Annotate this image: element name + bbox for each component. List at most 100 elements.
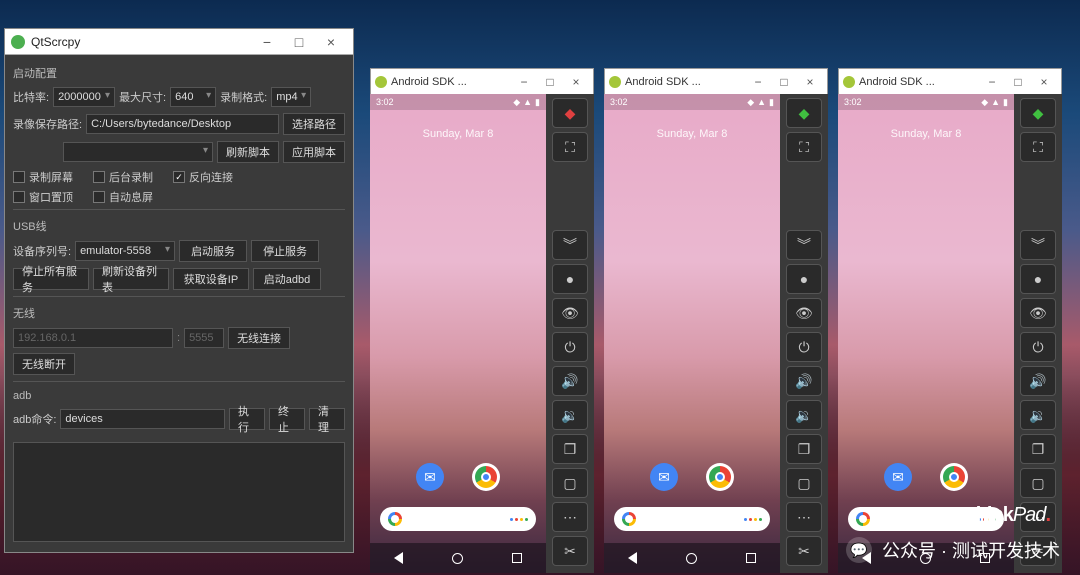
chevron-down-icon[interactable]: ︾ xyxy=(786,230,822,260)
maxsize-dropdown[interactable]: 640 xyxy=(170,87,216,107)
start-service-button[interactable]: 启动服务 xyxy=(179,240,247,262)
square-icon[interactable]: ▢ xyxy=(552,468,588,498)
stop-service-button[interactable]: 停止服务 xyxy=(251,240,319,262)
autooff-checkbox[interactable]: 自动息屏 xyxy=(93,189,153,205)
more-icon[interactable]: ⋯ xyxy=(552,502,588,532)
android-titlebar-1[interactable]: Android SDK ... − □ × xyxy=(370,68,594,94)
maximize-button[interactable]: □ xyxy=(283,34,315,50)
usb-section-label: USB线 xyxy=(13,218,345,234)
pin-icon[interactable]: ◆ xyxy=(786,98,822,128)
chrome-app-icon[interactable] xyxy=(706,463,734,491)
script-dropdown[interactable] xyxy=(63,142,213,162)
pin-icon[interactable]: ◆ xyxy=(552,98,588,128)
square-icon[interactable]: ▢ xyxy=(1020,468,1056,498)
google-search-bar[interactable] xyxy=(380,507,536,531)
apply-script-button[interactable]: 应用脚本 xyxy=(283,141,345,163)
record-icon[interactable]: ● xyxy=(786,264,822,294)
volume-up-icon[interactable]: 🔊 xyxy=(786,366,822,396)
max-btn-3[interactable]: □ xyxy=(1005,75,1031,89)
copy-icon[interactable]: ❐ xyxy=(1020,434,1056,464)
volume-up-icon[interactable]: 🔊 xyxy=(1020,366,1056,396)
refresh-script-button[interactable]: 刷新脚本 xyxy=(217,141,279,163)
visibility-off-icon[interactable]: 👁 xyxy=(1020,298,1056,328)
savepath-input[interactable]: C:/Users/bytedance/Desktop xyxy=(86,114,279,134)
min-btn-3[interactable]: − xyxy=(979,75,1005,89)
max-btn-1[interactable]: □ xyxy=(537,75,563,89)
choose-path-button[interactable]: 选择路径 xyxy=(283,113,345,135)
pin-icon[interactable]: ◆ xyxy=(1020,98,1056,128)
adb-input[interactable]: devices xyxy=(60,409,225,429)
copy-icon[interactable]: ❐ xyxy=(552,434,588,464)
phone-screen-1[interactable]: 3:02 ◆▲▮ Sunday, Mar 8 ✉ xyxy=(370,94,546,573)
port-input[interactable]: 5555 xyxy=(184,328,224,348)
more-icon[interactable]: ⋯ xyxy=(786,502,822,532)
fullscreen-icon[interactable]: ⛶ xyxy=(552,132,588,162)
chevron-down-icon[interactable]: ︾ xyxy=(1020,230,1056,260)
power-icon[interactable]: ⏻ xyxy=(786,332,822,362)
power-icon[interactable]: ⏻ xyxy=(1020,332,1056,362)
cut-icon[interactable]: ✂ xyxy=(786,536,822,566)
google-g-icon xyxy=(622,512,636,526)
wifi-connect-button[interactable]: 无线连接 xyxy=(228,327,290,349)
nav-recent-icon[interactable] xyxy=(512,553,522,563)
android-titlebar-2[interactable]: Android SDK ... − □ × xyxy=(604,68,828,94)
get-ip-button[interactable]: 获取设备IP xyxy=(173,268,249,290)
volume-down-icon[interactable]: 🔉 xyxy=(552,400,588,430)
qtscrcpy-window: QtScrcpy − □ × 启动配置 比特率: 2000000 最大尺寸: 6… xyxy=(4,28,354,553)
format-dropdown[interactable]: mp4 xyxy=(271,87,311,107)
wifi-disconnect-button[interactable]: 无线断开 xyxy=(13,353,75,375)
close-btn-1[interactable]: × xyxy=(563,75,589,89)
nav-home-icon[interactable] xyxy=(452,553,463,564)
chrome-app-icon[interactable] xyxy=(472,463,500,491)
min-btn-1[interactable]: − xyxy=(511,75,537,89)
messages-app-icon[interactable]: ✉ xyxy=(650,463,678,491)
close-btn-2[interactable]: × xyxy=(797,75,823,89)
min-btn-2[interactable]: − xyxy=(745,75,771,89)
bitrate-dropdown[interactable]: 2000000 xyxy=(53,87,115,107)
cut-icon[interactable]: ✂ xyxy=(552,536,588,566)
nav-back-icon[interactable] xyxy=(394,552,403,564)
close-btn-3[interactable]: × xyxy=(1031,75,1057,89)
phone-screen-2[interactable]: 3:02◆▲▮ Sunday, Mar 8 ✉ xyxy=(604,94,780,573)
visibility-off-icon[interactable]: 👁 xyxy=(552,298,588,328)
nav-recent-icon[interactable] xyxy=(746,553,756,563)
messages-app-icon[interactable]: ✉ xyxy=(884,463,912,491)
exec-button[interactable]: 执行 xyxy=(229,408,265,430)
clear-button[interactable]: 清理 xyxy=(309,408,345,430)
google-search-bar[interactable] xyxy=(614,507,770,531)
adb-output[interactable] xyxy=(13,442,345,542)
record-icon[interactable]: ● xyxy=(552,264,588,294)
reverse-checkbox[interactable]: ✓反向连接 xyxy=(173,169,233,185)
close-button[interactable]: × xyxy=(315,34,347,50)
android-titlebar-3[interactable]: Android SDK ... − □ × xyxy=(838,68,1062,94)
ip-input[interactable]: 192.168.0.1 xyxy=(13,328,173,348)
qt-titlebar[interactable]: QtScrcpy − □ × xyxy=(5,29,353,55)
max-btn-2[interactable]: □ xyxy=(771,75,797,89)
minimize-button[interactable]: − xyxy=(251,34,283,50)
copy-icon[interactable]: ❐ xyxy=(786,434,822,464)
android-title-2: Android SDK ... xyxy=(625,76,745,88)
record-checkbox[interactable]: 录制屏幕 xyxy=(13,169,73,185)
top-checkbox[interactable]: 窗口置顶 xyxy=(13,189,73,205)
serial-dropdown[interactable]: emulator-5558 xyxy=(75,241,175,261)
phone-screen-3[interactable]: 3:02◆▲▮ Sunday, Mar 8 ✉ xyxy=(838,94,1014,573)
background-checkbox[interactable]: 后台录制 xyxy=(93,169,153,185)
chevron-down-icon[interactable]: ︾ xyxy=(552,230,588,260)
chrome-app-icon[interactable] xyxy=(940,463,968,491)
volume-down-icon[interactable]: 🔉 xyxy=(1020,400,1056,430)
terminate-button[interactable]: 终止 xyxy=(269,408,305,430)
fullscreen-icon[interactable]: ⛶ xyxy=(786,132,822,162)
power-icon[interactable]: ⏻ xyxy=(552,332,588,362)
messages-app-icon[interactable]: ✉ xyxy=(416,463,444,491)
stop-all-button[interactable]: 停止所有服务 xyxy=(13,268,89,290)
nav-home-icon[interactable] xyxy=(686,553,697,564)
volume-down-icon[interactable]: 🔉 xyxy=(786,400,822,430)
square-icon[interactable]: ▢ xyxy=(786,468,822,498)
volume-up-icon[interactable]: 🔊 xyxy=(552,366,588,396)
refresh-devices-button[interactable]: 刷新设备列表 xyxy=(93,268,169,290)
nav-back-icon[interactable] xyxy=(628,552,637,564)
visibility-off-icon[interactable]: 👁 xyxy=(786,298,822,328)
fullscreen-icon[interactable]: ⛶ xyxy=(1020,132,1056,162)
record-icon[interactable]: ● xyxy=(1020,264,1056,294)
start-adbd-button[interactable]: 启动adbd xyxy=(253,268,321,290)
